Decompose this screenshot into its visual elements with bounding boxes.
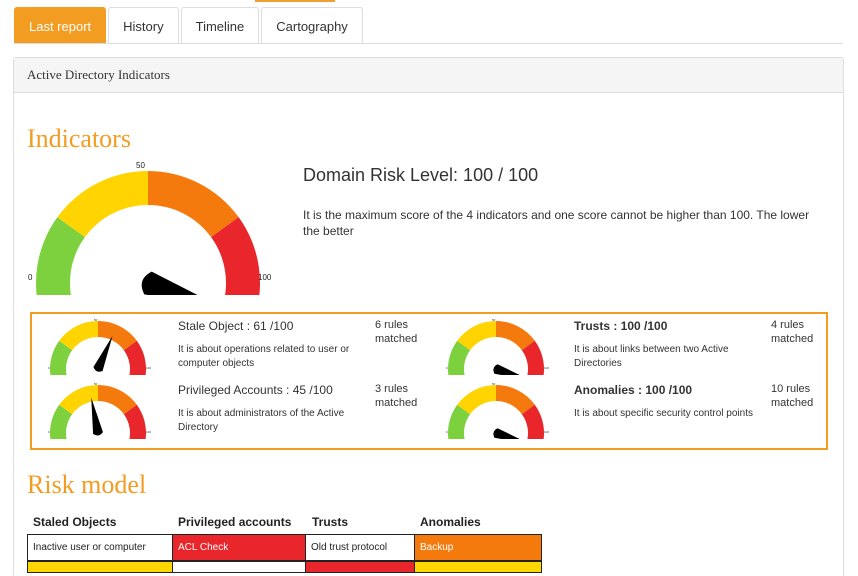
trusts-gauge: 0 50 100 — [446, 318, 549, 375]
gauge-mid-label: 50 — [492, 382, 496, 386]
indicator-rules-count: 4 rules matched — [771, 319, 814, 345]
gauge-mid-label: 50 — [136, 161, 145, 170]
risk-cell[interactable]: ACL Check — [172, 534, 306, 561]
table-row: Inactive user or computer ACL Check Old … — [27, 534, 542, 561]
indicators-box: 0 50 100 Stale Object : 61 /100 It is ab… — [30, 312, 828, 450]
panel-title: Active Directory Indicators — [14, 58, 843, 93]
gauge-needle — [91, 397, 103, 436]
risk-cell[interactable]: Inactive user or computer — [27, 534, 173, 561]
gauge-max-label: 100 — [544, 430, 549, 434]
indicator-description: It is about links between two Active Dir… — [574, 344, 729, 369]
gauge-mid-label: 50 — [94, 382, 98, 386]
risk-cell[interactable] — [414, 561, 542, 573]
gauge-max-label: 100 — [146, 430, 151, 434]
tab-timeline[interactable]: Timeline — [180, 7, 260, 44]
tab-cartography[interactable]: Cartography — [261, 7, 363, 44]
column-header: Staled Objects — [33, 515, 117, 529]
gauge-min-label: 0 — [446, 366, 448, 370]
domain-risk-level: Domain Risk Level: 100 / 100 — [303, 165, 539, 185]
risk-model-heading: Risk model — [27, 470, 147, 499]
report-tabs: Last report History Timeline Cartography — [14, 7, 365, 44]
gauge-needle — [93, 336, 113, 372]
gauge-max-label: 100 — [544, 366, 549, 370]
indicator-title: Stale Object : 61 /100 — [178, 319, 294, 333]
gauge-needle — [493, 428, 520, 439]
risk-cell-label: Old trust protocol — [311, 542, 388, 553]
column-header: Anomalies — [420, 515, 481, 529]
indicators-heading: Indicators — [27, 124, 131, 153]
indicator-title: Privileged Accounts : 45 /100 — [178, 383, 333, 397]
table-row — [27, 561, 542, 573]
gauge-min-label: 0 — [48, 366, 50, 370]
risk-cell-label: ACL Check — [178, 542, 229, 553]
risk-cell[interactable]: Old trust protocol — [305, 534, 415, 561]
risk-model-table: Staled Objects Privileged accounts Trust… — [27, 510, 542, 573]
risk-cell-label: Backup — [420, 542, 454, 553]
risk-cell[interactable] — [27, 561, 173, 573]
indicator-rules-count: 10 rules matched — [771, 383, 814, 409]
indicator-title: Trusts : 100 /100 — [574, 319, 668, 333]
indicator-description: It is about operations related to user o… — [178, 344, 350, 369]
top-accent-line — [255, 0, 335, 2]
tab-history[interactable]: History — [108, 7, 179, 44]
gauge-needle — [141, 271, 198, 295]
gauge-max-label: 100 — [258, 273, 272, 282]
gauge-needle — [493, 364, 520, 375]
gauge-mid-label: 50 — [94, 318, 98, 322]
indicator-rules-count: 6 rules matched — [375, 319, 418, 345]
domain-risk-gauge: 0 50 100 — [28, 161, 272, 295]
gauge-min-label: 0 — [28, 273, 33, 282]
gauge-max-label: 100 — [146, 366, 151, 370]
risk-cell[interactable] — [172, 561, 306, 573]
gauge-min-label: 0 — [48, 430, 50, 434]
risk-cell[interactable] — [305, 561, 415, 573]
tab-divider — [14, 43, 843, 44]
stale-objects-gauge: 0 50 100 — [48, 318, 151, 375]
indicator-rules-count: 3 rules matched — [375, 383, 418, 409]
gauge-mid-label: 50 — [492, 318, 496, 322]
anomalies-gauge: 0 50 100 — [446, 382, 549, 439]
privileged-accounts-gauge: 0 50 100 — [48, 382, 151, 439]
column-header: Privileged accounts — [178, 515, 292, 529]
indicator-title: Anomalies : 100 /100 — [574, 383, 693, 397]
tab-last-report[interactable]: Last report — [14, 7, 107, 44]
indicator-description: It is about specific security control po… — [574, 408, 753, 419]
indicator-description: It is about administrators of the Active… — [178, 408, 345, 433]
risk-cell[interactable]: Backup — [414, 534, 542, 561]
risk-model-header-row: Staled Objects Privileged accounts Trust… — [27, 510, 542, 534]
risk-cell-label: Inactive user or computer — [33, 542, 146, 553]
gauge-min-label: 0 — [446, 430, 448, 434]
domain-risk-description: It is the maximum score of the 4 indicat… — [303, 208, 810, 238]
column-header: Trusts — [312, 515, 349, 529]
